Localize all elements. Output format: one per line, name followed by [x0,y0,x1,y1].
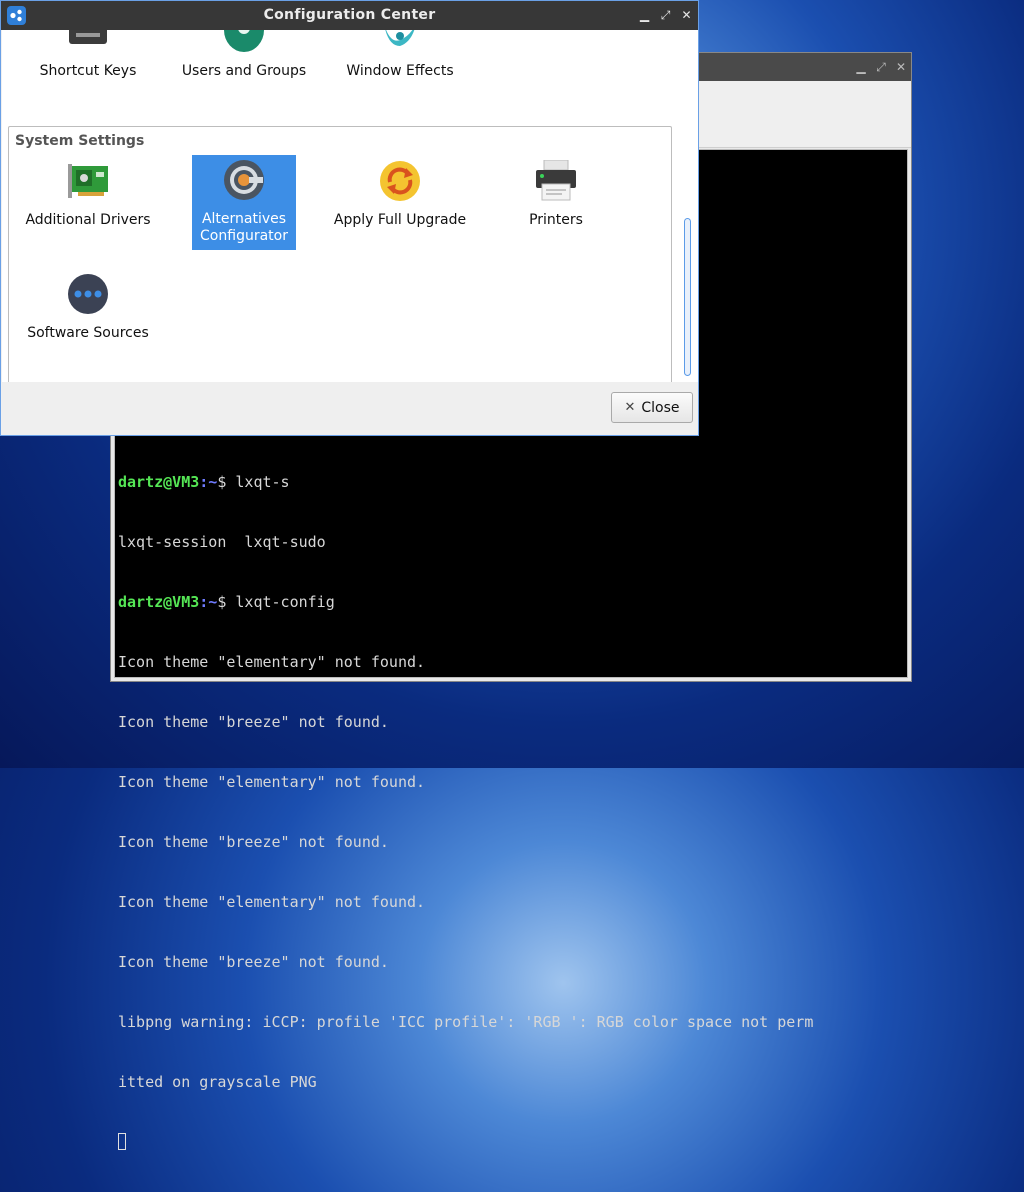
item-alternatives-configurator[interactable]: Alternatives Configurator [192,155,296,250]
upgrade-icon [378,160,422,207]
window-effects-icon [380,30,420,57]
terminal-cursor [118,1133,126,1150]
terminal-line: Icon theme "breeze" not found. [118,833,389,851]
prompt-path: :~ [199,593,218,611]
terminal-output: dartz@VM3:~$ lxqt-s lxqt-session lxqt-su… [118,432,813,1192]
item-printers[interactable]: Printers [478,156,634,248]
settings-panel[interactable]: Shortcut Keys Users and Groups Window Ef… [2,30,698,382]
item-label: Printers [529,212,583,228]
terminal-line: lxqt-session lxqt-sudo [118,533,326,551]
item-additional-drivers[interactable]: Additional Drivers [10,156,166,248]
prompt-command: $ lxqt-config [217,593,335,611]
item-window-effects[interactable]: Window Effects [322,30,478,85]
scrollbar-thumb[interactable] [684,218,691,376]
item-label: Apply Full Upgrade [333,212,467,228]
close-icon[interactable]: ✕ [679,8,694,23]
terminal-line: Icon theme "elementary" not found. [118,773,426,791]
alternatives-icon [223,159,265,206]
vertical-scrollbar[interactable] [684,218,692,378]
item-apply-full-upgrade[interactable]: Apply Full Upgrade [322,156,478,248]
item-label-line2: Configurator [200,228,288,244]
terminal-line: Icon theme "elementary" not found. [118,653,426,671]
prompt-user: dartz@VM3 [118,473,200,491]
minimize-icon[interactable]: ▁ [853,59,869,75]
maximize-icon[interactable]: ⤢ [658,8,673,23]
close-button-label: Close [641,399,680,416]
button-bar: ✕ Close [2,382,698,435]
terminal-line [118,1132,813,1152]
window-title: Configuration Center [263,7,436,23]
item-label: Software Sources [27,325,149,341]
prompt-path: :~ [199,473,218,491]
close-button[interactable]: ✕ Close [611,392,693,423]
prompt-command: $ lxqt-s [217,473,290,491]
terminal-line: libpng warning: iCCP: profile 'ICC profi… [118,1013,814,1031]
item-shortcut-keys[interactable]: Shortcut Keys [10,30,166,85]
software-sources-icon [67,273,109,320]
item-users-and-groups[interactable]: Users and Groups [166,30,322,85]
minimize-icon[interactable]: ▁ [637,8,652,23]
keyboard-icon [68,30,108,51]
section-title: System Settings [15,133,145,149]
terminal-line: dartz@VM3:~$ lxqt-s [118,472,813,492]
close-icon: ✕ [624,400,636,415]
configuration-center-titlebar[interactable]: Configuration Center ▁ ⤢ ✕ [1,1,698,30]
item-label-line1: Alternatives [201,211,287,227]
prompt-user: dartz@VM3 [118,593,200,611]
hardware-card-icon [66,160,110,205]
item-label: Additional Drivers [25,212,151,228]
close-icon[interactable]: ✕ [893,59,909,75]
terminal-line: itted on grayscale PNG [118,1073,317,1091]
item-label: Shortcut Keys [39,63,137,79]
maximize-icon[interactable]: ⤢ [873,59,889,75]
terminal-line: Icon theme "breeze" not found. [118,713,389,731]
terminal-line: dartz@VM3:~$ lxqt-config [118,592,813,612]
item-label: Users and Groups [181,63,307,79]
terminal-line: Icon theme "breeze" not found. [118,953,389,971]
item-software-sources[interactable]: Software Sources [10,270,166,350]
printer-icon [535,159,577,207]
configuration-center-window[interactable]: Configuration Center ▁ ⤢ ✕ Shortcut Keys [0,0,699,436]
item-label: Window Effects [346,63,454,79]
users-icon [223,30,265,59]
terminal-line: Icon theme "elementary" not found. [118,893,426,911]
